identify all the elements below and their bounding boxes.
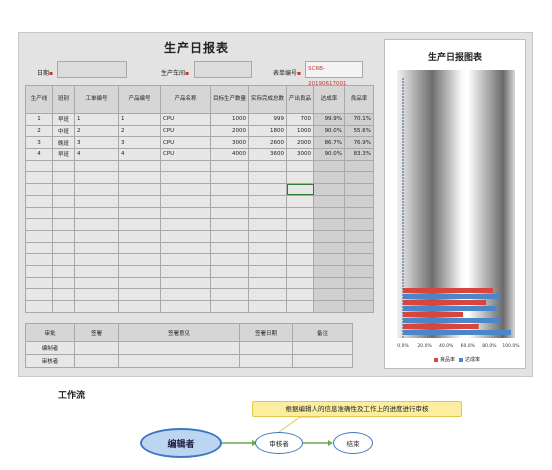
workflow-node-editor[interactable]: 编辑者 [140, 428, 222, 458]
note-callout-line [278, 416, 320, 433]
workflow-node-reviewer[interactable]: 审核者 [255, 432, 303, 454]
workflow-node-end[interactable]: 结束 [333, 432, 373, 454]
workflow-connectors [222, 416, 333, 446]
